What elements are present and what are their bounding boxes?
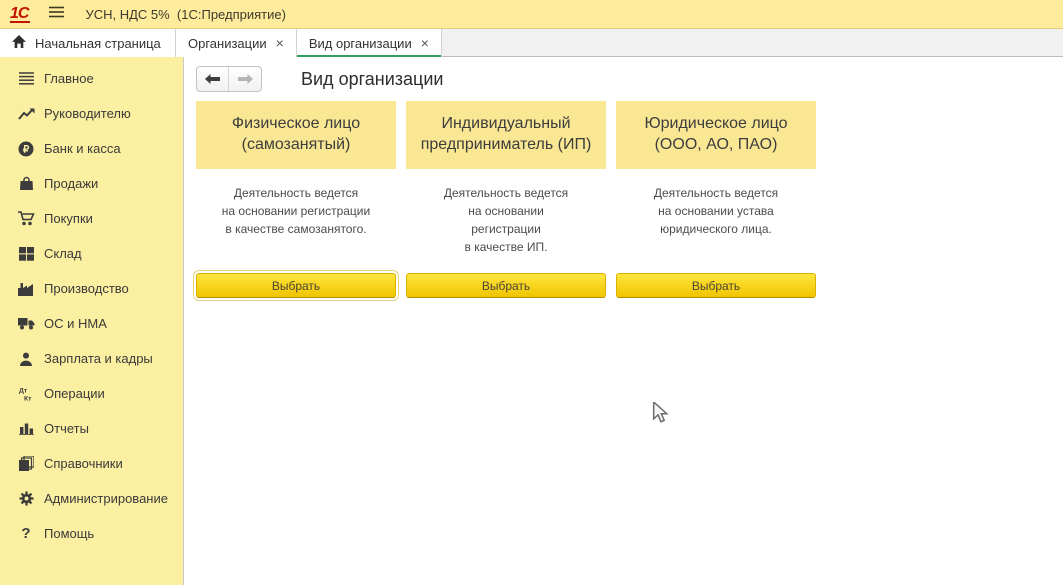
select-button-entrepreneur[interactable]: Выбрать: [406, 273, 606, 298]
card-title: Физическое лицо (самозанятый): [196, 101, 396, 169]
trend-icon: [17, 106, 35, 122]
card-individual-entrepreneur: Индивидуальный предприниматель (ИП) Деят…: [406, 101, 606, 298]
history-nav: [196, 66, 262, 92]
title-bar: 1С УСН, НДС 5% (1С:Предприятие): [0, 0, 1063, 29]
1c-logo: 1С: [10, 6, 30, 23]
sidebar-item-prodazhi[interactable]: Продажи: [0, 166, 183, 201]
card-individual-selfemployed: Физическое лицо (самозанятый) Деятельнос…: [196, 101, 396, 298]
tab-home[interactable]: Начальная страница: [0, 29, 176, 57]
gear-icon: [17, 491, 35, 507]
question-icon: ?: [17, 526, 35, 542]
tab-label: Организации: [188, 36, 267, 51]
sidebar-item-bank-i-kassa[interactable]: ₽ Банк и касса: [0, 131, 183, 166]
tab-bar: Начальная страница Организации × Вид орг…: [0, 29, 1063, 57]
ruble-icon: ₽: [17, 141, 35, 157]
sidebar-item-rukovoditelyu[interactable]: Руководителю: [0, 96, 183, 131]
organization-type-cards: Физическое лицо (самозанятый) Деятельнос…: [196, 101, 816, 298]
card-title: Индивидуальный предприниматель (ИП): [406, 101, 606, 169]
bag-icon: [17, 176, 35, 192]
sidebar-item-zarplata-i-kadry[interactable]: Зарплата и кадры: [0, 341, 183, 376]
sidebar-item-pokupki[interactable]: Покупки: [0, 201, 183, 236]
sidebar-item-proizvodstvo[interactable]: Производство: [0, 271, 183, 306]
page-title: Вид организации: [301, 69, 443, 90]
books-icon: [17, 456, 35, 472]
home-icon: [12, 35, 26, 51]
sidebar-item-sklad[interactable]: Склад: [0, 236, 183, 271]
menu-icon: [17, 71, 35, 87]
truck-icon: [17, 316, 35, 332]
sidebar-item-os-i-nma[interactable]: ОС и НМА: [0, 306, 183, 341]
bar-chart-icon: [17, 421, 35, 437]
card-title: Юридическое лицо (ООО, АО, ПАО): [616, 101, 816, 169]
mouse-cursor: [652, 402, 670, 429]
card-legal-entity: Юридическое лицо (ООО, АО, ПАО) Деятельн…: [616, 101, 816, 298]
main-menu-icon[interactable]: [48, 5, 65, 23]
select-button-selfemployed[interactable]: Выбрать: [196, 273, 396, 298]
close-icon[interactable]: ×: [276, 36, 284, 50]
debit-credit-icon: Дт Кт: [17, 386, 35, 402]
svg-text:Дт: Дт: [19, 387, 28, 394]
person-icon: [17, 351, 35, 367]
svg-text:₽: ₽: [23, 144, 30, 155]
back-button[interactable]: [197, 67, 229, 91]
tab-label: Вид организации: [309, 36, 412, 51]
factory-icon: [17, 281, 35, 297]
forward-button[interactable]: [229, 67, 261, 91]
select-button-legal-entity[interactable]: Выбрать: [616, 273, 816, 298]
svg-text:Кт: Кт: [24, 395, 32, 402]
card-description: Деятельность ведется на основании регист…: [196, 169, 396, 273]
window-title: УСН, НДС 5% (1С:Предприятие): [85, 7, 285, 22]
close-icon[interactable]: ×: [421, 36, 429, 50]
tab-label: Начальная страница: [35, 36, 161, 51]
1c-enterprise-window: 1С УСН, НДС 5% (1С:Предприятие) Начальна…: [0, 0, 1063, 585]
card-description: Деятельность ведется на основании устава…: [616, 169, 816, 273]
main-content: Вид организации Физическое лицо (самозан…: [185, 57, 1063, 585]
section-sidebar: Главное Руководителю ₽ Банк и касса: [0, 57, 184, 585]
sidebar-item-glavnoe[interactable]: Главное: [0, 61, 183, 96]
sidebar-item-otchety[interactable]: Отчеты: [0, 411, 183, 446]
sidebar-item-operacii[interactable]: Дт Кт Операции: [0, 376, 183, 411]
tab-organization-type[interactable]: Вид организации ×: [297, 29, 442, 57]
tab-organizations[interactable]: Организации ×: [176, 29, 297, 57]
cart-icon: [17, 211, 35, 227]
sidebar-item-spravochniki[interactable]: Справочники: [0, 446, 183, 481]
sidebar-item-administrirovanie[interactable]: Администрирование: [0, 481, 183, 516]
boxes-icon: [17, 246, 35, 262]
card-description: Деятельность ведется на основании регист…: [406, 169, 606, 273]
sidebar-item-pomosch[interactable]: ? Помощь: [0, 516, 183, 551]
